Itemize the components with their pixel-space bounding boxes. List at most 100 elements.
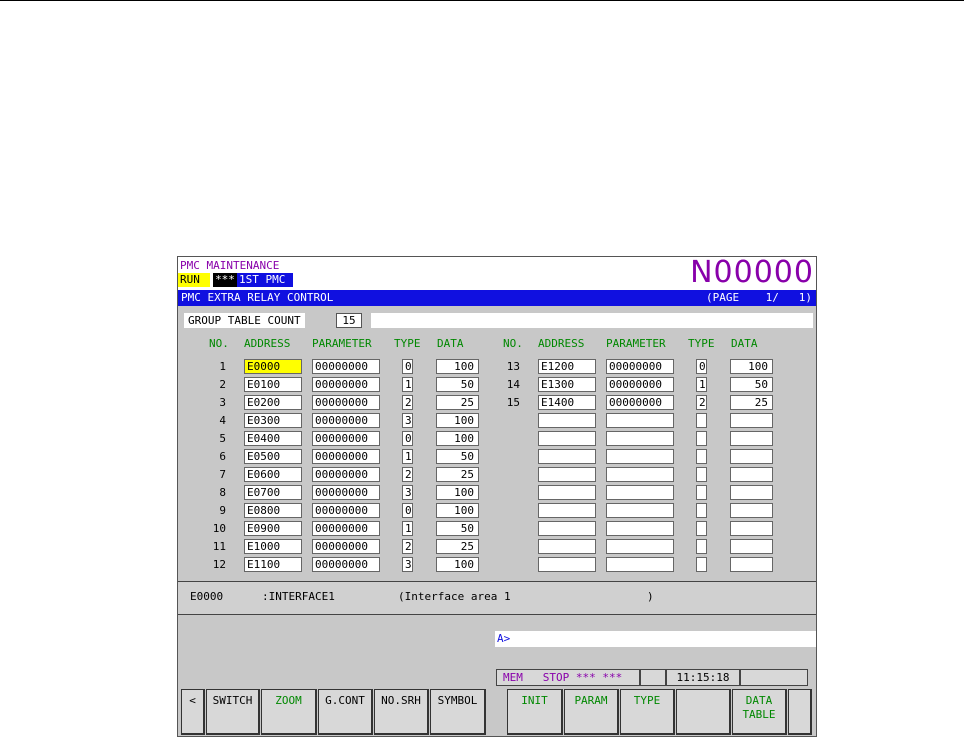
data-cell[interactable]: 50 [436,377,479,392]
data-cell[interactable] [730,521,773,536]
data-cell[interactable]: 100 [436,557,479,572]
address-cell[interactable]: E0400 [244,431,302,446]
parameter-cell[interactable]: 00000000 [312,449,380,464]
address-cell[interactable]: E1300 [538,377,596,392]
type-cell[interactable]: 2 [696,395,707,410]
data-cell[interactable] [730,413,773,428]
type-cell[interactable]: 0 [402,503,413,518]
type-cell[interactable] [696,449,707,464]
data-cell[interactable]: 100 [436,503,479,518]
parameter-cell[interactable]: 00000000 [312,539,380,554]
data-cell[interactable] [730,503,773,518]
address-cell[interactable]: E0700 [244,485,302,500]
data-cell[interactable] [730,467,773,482]
parameter-cell[interactable]: 00000000 [312,395,380,410]
parameter-cell[interactable]: 00000000 [312,467,380,482]
type-cell[interactable] [696,431,707,446]
parameter-cell[interactable] [606,539,674,554]
data-cell[interactable]: 25 [436,539,479,554]
address-cell[interactable] [538,539,596,554]
data-cell[interactable]: 50 [436,521,479,536]
parameter-cell[interactable]: 00000000 [312,485,380,500]
address-cell[interactable]: E1000 [244,539,302,554]
address-cell[interactable] [538,521,596,536]
type-cell[interactable]: 1 [402,449,413,464]
address-cell[interactable] [538,449,596,464]
parameter-cell[interactable]: 00000000 [312,431,380,446]
type-cell[interactable]: 3 [402,557,413,572]
data-cell[interactable]: 100 [730,359,773,374]
parameter-cell[interactable]: 00000000 [312,359,380,374]
parameter-cell[interactable]: 00000000 [606,395,674,410]
nosrh-softkey[interactable]: NO.SRH [374,689,429,735]
parameter-cell[interactable]: 00000000 [606,359,674,374]
type-cell[interactable]: 3 [402,485,413,500]
type-cell[interactable] [696,485,707,500]
address-cell[interactable] [538,467,596,482]
data-cell[interactable]: 100 [436,431,479,446]
param-softkey[interactable]: PARAM [564,689,619,735]
data-cell[interactable] [730,431,773,446]
group-count-field[interactable]: 15 [336,313,362,328]
data-cell[interactable]: 100 [436,359,479,374]
data-cell[interactable] [730,557,773,572]
type-cell[interactable]: 0 [696,359,707,374]
symbol-softkey[interactable]: SYMBOL [430,689,486,735]
type-cell[interactable]: 2 [402,539,413,554]
parameter-cell[interactable] [606,413,674,428]
data-cell[interactable] [730,539,773,554]
next-softkey[interactable] [788,689,812,735]
parameter-cell[interactable]: 00000000 [312,557,380,572]
type-cell[interactable]: 1 [402,377,413,392]
address-cell[interactable] [538,431,596,446]
type-cell[interactable]: 0 [402,359,413,374]
type-cell[interactable] [696,503,707,518]
parameter-cell[interactable]: 00000000 [312,503,380,518]
data-cell[interactable]: 100 [436,485,479,500]
address-cell[interactable]: E0200 [244,395,302,410]
parameter-cell[interactable] [606,467,674,482]
parameter-cell[interactable]: 00000000 [312,521,380,536]
parameter-cell[interactable]: 00000000 [312,377,380,392]
address-cell[interactable] [538,557,596,572]
address-cell[interactable]: E1400 [538,395,596,410]
data-cell[interactable]: 50 [436,449,479,464]
zoom-softkey[interactable]: ZOOM [261,689,317,735]
address-cell[interactable]: E0500 [244,449,302,464]
data-cell[interactable] [730,485,773,500]
data-cell[interactable]: 25 [436,467,479,482]
switch-softkey[interactable]: SWITCH [206,689,260,735]
data-cell[interactable]: 50 [730,377,773,392]
parameter-cell[interactable]: 00000000 [312,413,380,428]
address-cell[interactable]: E1100 [244,557,302,572]
address-cell[interactable] [538,413,596,428]
address-cell[interactable] [538,485,596,500]
type-cell[interactable]: 2 [402,467,413,482]
address-cell[interactable]: E0600 [244,467,302,482]
gcont-softkey[interactable]: G.CONT [318,689,373,735]
blank-softkey[interactable] [676,689,731,735]
address-cell[interactable]: E0000 [244,359,302,374]
address-cell[interactable]: E0800 [244,503,302,518]
data-cell[interactable]: 100 [436,413,479,428]
parameter-cell[interactable] [606,449,674,464]
type-cell[interactable]: 1 [402,521,413,536]
type-cell[interactable] [696,539,707,554]
type-cell[interactable]: 2 [402,395,413,410]
type-cell[interactable] [696,557,707,572]
address-cell[interactable]: E0900 [244,521,302,536]
parameter-cell[interactable] [606,521,674,536]
data-table-softkey[interactable]: DATA TABLE [732,689,787,735]
type-cell[interactable]: 0 [402,431,413,446]
type-cell[interactable] [696,521,707,536]
parameter-cell[interactable] [606,503,674,518]
data-cell[interactable] [730,449,773,464]
address-cell[interactable]: E0300 [244,413,302,428]
type-cell[interactable] [696,467,707,482]
prev-softkey[interactable]: < [181,689,205,735]
parameter-cell[interactable] [606,557,674,572]
type-cell[interactable]: 1 [696,377,707,392]
address-cell[interactable]: E0100 [244,377,302,392]
type-cell[interactable]: 3 [402,413,413,428]
data-cell[interactable]: 25 [730,395,773,410]
